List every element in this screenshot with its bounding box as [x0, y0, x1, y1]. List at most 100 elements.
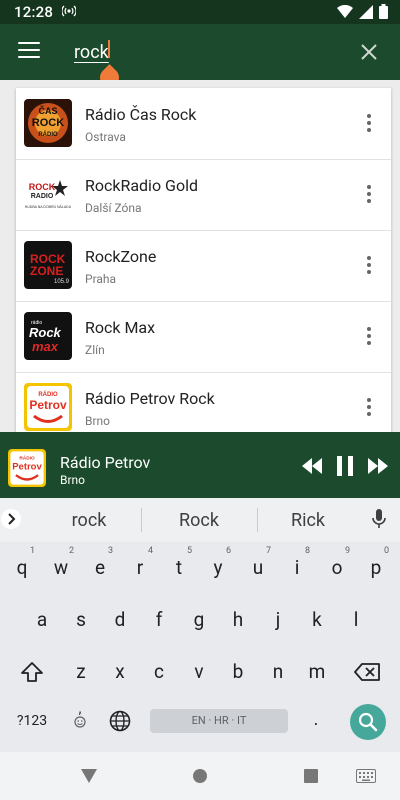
key-label: o	[331, 556, 343, 579]
shift-icon[interactable]	[20, 661, 44, 683]
more-options-icon[interactable]	[367, 185, 371, 203]
key-a[interactable]: a	[25, 600, 59, 640]
recent-apps-icon[interactable]	[304, 769, 318, 783]
system-nav-bar	[0, 752, 400, 800]
search-input[interactable]: rock	[74, 38, 344, 68]
more-options-icon[interactable]	[367, 398, 371, 416]
list-item[interactable]: RÁDIO Petrov Rádio Petrov Rock Brno	[16, 372, 391, 432]
symbols-key[interactable]: ?123	[10, 713, 54, 729]
key-n[interactable]: n	[261, 652, 295, 692]
key-h[interactable]: h	[221, 600, 255, 640]
list-item[interactable]: ROCK RADIO HUDBA NA DOBRÚ NÁLADU RockRad…	[16, 159, 391, 231]
logo-text: ZONE	[30, 264, 63, 278]
keyboard-switch-icon[interactable]	[356, 769, 376, 783]
key-label: w	[53, 556, 69, 579]
logo-text: ČAS	[38, 105, 57, 116]
list-item[interactable]: ČAS ROCK RÁDIO Rádio Čas Rock Ostrava	[16, 88, 391, 160]
logo-text: RÁDIO	[38, 391, 58, 398]
logo-text: RADIO	[31, 193, 54, 200]
key-o[interactable]: o9	[320, 546, 354, 588]
key-r[interactable]: r4	[123, 546, 157, 588]
key-hint: 8	[304, 546, 310, 556]
back-icon[interactable]	[80, 768, 98, 784]
comma-key[interactable]: ,	[68, 702, 92, 732]
backspace-icon[interactable]	[354, 663, 380, 681]
key-label: q	[16, 556, 28, 579]
station-name: RockZone	[85, 247, 157, 266]
key-j[interactable]: j	[261, 600, 295, 640]
suggestion-3[interactable]: Rick	[253, 510, 363, 531]
station-city: Zlín	[85, 343, 105, 357]
suggestion-2[interactable]: Rock	[144, 510, 254, 531]
key-t[interactable]: t5	[162, 546, 196, 588]
keyboard: q1 w2 e3 r4 t5 y6 u7 i8 o9 p0 a s d f g …	[0, 542, 400, 752]
key-x[interactable]: x	[103, 652, 137, 692]
logo-text: ROCK	[29, 182, 56, 192]
key-z[interactable]: z	[64, 652, 98, 692]
rewind-icon[interactable]	[302, 458, 322, 474]
key-c[interactable]: c	[142, 652, 176, 692]
period-key[interactable]: .	[306, 709, 326, 730]
text-cursor	[108, 40, 110, 58]
suggestion-1[interactable]: rock	[34, 510, 144, 531]
battery-icon	[379, 4, 388, 19]
search-toolbar: rock	[0, 24, 400, 91]
microphone-icon[interactable]	[372, 509, 386, 529]
signal-icon	[359, 4, 373, 19]
key-hint: 3	[107, 546, 113, 556]
search-enter-button[interactable]	[350, 704, 386, 740]
key-p[interactable]: p0	[359, 546, 393, 588]
key-v[interactable]: v	[182, 652, 216, 692]
list-item[interactable]: rádio Rock max Rock Max Zlín	[16, 301, 391, 373]
hamburger-menu-icon[interactable]	[18, 42, 40, 60]
key-hint: 6	[225, 546, 231, 556]
key-f[interactable]: f	[142, 600, 176, 640]
key-hint: 9	[344, 546, 350, 556]
key-label: p	[370, 556, 382, 579]
key-u[interactable]: u7	[241, 546, 275, 588]
divider	[141, 508, 142, 532]
more-options-icon[interactable]	[367, 256, 371, 274]
station-logo-rock-max: rádio Rock max	[24, 312, 72, 360]
key-b[interactable]: b	[221, 652, 255, 692]
key-d[interactable]: d	[103, 600, 137, 640]
logo-text: Rock	[29, 325, 62, 340]
key-e[interactable]: e3	[83, 546, 117, 588]
key-k[interactable]: k	[300, 600, 334, 640]
station-logo-rockradio-gold: ROCK RADIO HUDBA NA DOBRÚ NÁLADU	[24, 170, 72, 218]
pause-icon[interactable]	[336, 456, 354, 476]
key-hint: 7	[265, 546, 271, 556]
results-card: ČAS ROCK RÁDIO Rádio Čas Rock Ostrava RO…	[16, 88, 391, 432]
globe-icon[interactable]	[109, 710, 131, 732]
more-options-icon[interactable]	[367, 114, 371, 132]
more-options-icon[interactable]	[367, 327, 371, 345]
space-bar[interactable]: EN · HR · IT	[150, 709, 288, 733]
key-hint: 2	[68, 546, 74, 556]
key-hint: 5	[186, 546, 192, 556]
mini-player[interactable]: RÁDIO Petrov Rádio Petrov Brno	[0, 432, 400, 498]
station-name: Rock Max	[85, 318, 156, 337]
key-y[interactable]: y6	[201, 546, 235, 588]
key-hint: 4	[147, 546, 153, 556]
search-icon	[358, 712, 378, 732]
suggestion-strip: rock Rock Rick	[0, 498, 400, 542]
key-w[interactable]: w2	[44, 546, 78, 588]
list-item[interactable]: ROCK ZONE 105.9 RockZone Praha	[16, 230, 391, 302]
chevron-right-icon[interactable]	[1, 509, 21, 529]
key-q[interactable]: q1	[5, 546, 39, 588]
station-logo-petrov: RÁDIO Petrov	[24, 383, 72, 431]
key-l[interactable]: l	[339, 600, 373, 640]
home-icon[interactable]	[193, 769, 207, 783]
key-label: t	[175, 556, 183, 579]
fast-forward-icon[interactable]	[368, 458, 388, 474]
key-m[interactable]: m	[300, 652, 334, 692]
key-i[interactable]: i8	[280, 546, 314, 588]
now-playing-title: Rádio Petrov	[60, 453, 151, 472]
station-city: Brno	[85, 414, 111, 428]
key-g[interactable]: g	[182, 600, 216, 640]
key-s[interactable]: s	[64, 600, 98, 640]
logo-text: Petrov	[12, 462, 42, 473]
key-label: i	[294, 556, 300, 579]
broadcast-icon	[62, 5, 76, 17]
close-icon[interactable]	[360, 43, 378, 61]
